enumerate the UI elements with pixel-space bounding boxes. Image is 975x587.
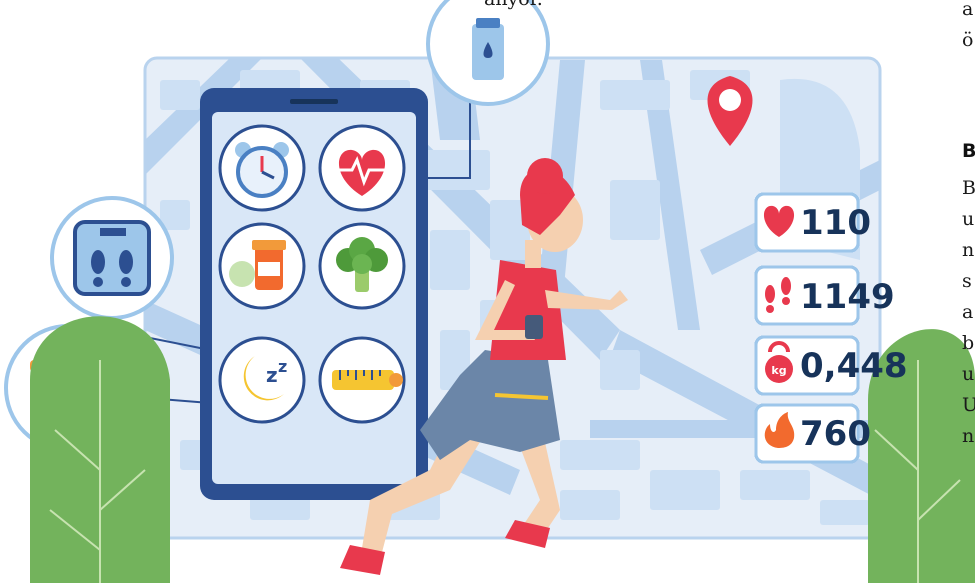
metric-top-layer: 110 1149 kg 0,448 760 (754, 192, 908, 464)
top-heart-rate-card: 110 (754, 192, 871, 253)
top-weight-card: kg 0,448 (754, 335, 908, 396)
weight-value: 0,448 (800, 346, 908, 386)
kg-label: kg (771, 364, 786, 377)
top-calories-card: 760 (754, 403, 871, 464)
heart-rate-value: 110 (800, 203, 871, 243)
top-steps-card: 1149 (754, 265, 895, 326)
calories-value: 760 (800, 414, 871, 454)
steps-value: 1149 (800, 277, 895, 317)
